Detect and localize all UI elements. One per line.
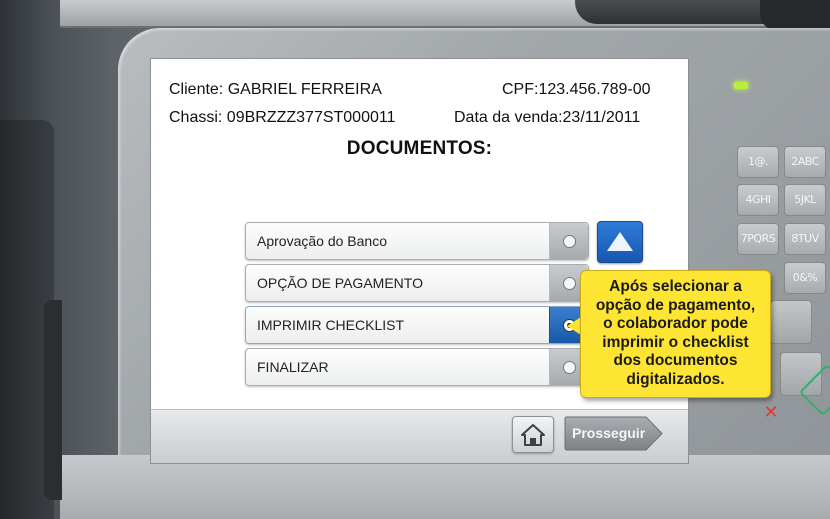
callout-text: Após selecionar a opção de pagamento, o … [595, 278, 756, 388]
vehicle-chassis: Chassi: 09BRZZZ377ST000011 [169, 109, 396, 126]
page-title: DOCUMENTOS: [346, 138, 493, 159]
option-label: Aprovação do Banco [257, 233, 387, 249]
bezel-bottom [60, 455, 830, 519]
sale-date: Data da venda:23/11/2011 [454, 109, 641, 126]
keypad-key-2[interactable]: 2ABC [784, 146, 826, 178]
keypad-key-0[interactable]: 0&% [784, 262, 826, 294]
option-payment[interactable]: OPÇÃO DE PAGAMENTO [245, 264, 589, 302]
client-name: Cliente: GABRIEL FERREIRA [169, 81, 382, 98]
keypad-key-5[interactable]: 5JKL [784, 184, 826, 216]
radio-button[interactable] [563, 235, 576, 248]
keypad-key-blank[interactable] [770, 300, 812, 344]
keypad-key-7[interactable]: 7PQRS [737, 223, 779, 255]
terminal-screen: Cliente: GABRIEL FERREIRA CPF:123.456.78… [150, 58, 689, 464]
keypad-cancel-icon[interactable]: ✕ [756, 400, 786, 426]
keypad-key-1[interactable]: 1@. [737, 146, 779, 178]
tooltip-callout: Após selecionar a opção de pagamento, o … [580, 270, 771, 398]
callout-pointer [567, 317, 581, 335]
device-left-lip [44, 300, 62, 500]
scroll-up-button[interactable] [597, 221, 643, 263]
option-label: IMPRIMIR CHECKLIST [257, 317, 405, 333]
option-print-checklist[interactable]: IMPRIMIR CHECKLIST [245, 306, 589, 344]
radio-button[interactable] [563, 277, 576, 290]
radio-button[interactable] [563, 361, 576, 374]
keypad-key-8[interactable]: 8TUV [784, 223, 826, 255]
proceed-label: Prosseguir [572, 425, 646, 441]
device-top-cap [760, 0, 830, 30]
option-bank-approval[interactable]: Aprovação do Banco [245, 222, 589, 260]
status-led [734, 82, 748, 89]
keypad-key-4[interactable]: 4GHI [737, 184, 779, 216]
home-button[interactable] [512, 416, 554, 453]
option-label: OPÇÃO DE PAGAMENTO [257, 275, 423, 291]
proceed-button[interactable]: Prosseguir [564, 416, 664, 451]
option-finish[interactable]: FINALIZAR [245, 348, 589, 386]
radio-cell[interactable] [549, 223, 588, 259]
home-icon [521, 424, 545, 446]
client-cpf: CPF:123.456.789-00 [502, 81, 651, 98]
option-label: FINALIZAR [257, 359, 329, 375]
up-arrow-icon [607, 232, 633, 251]
